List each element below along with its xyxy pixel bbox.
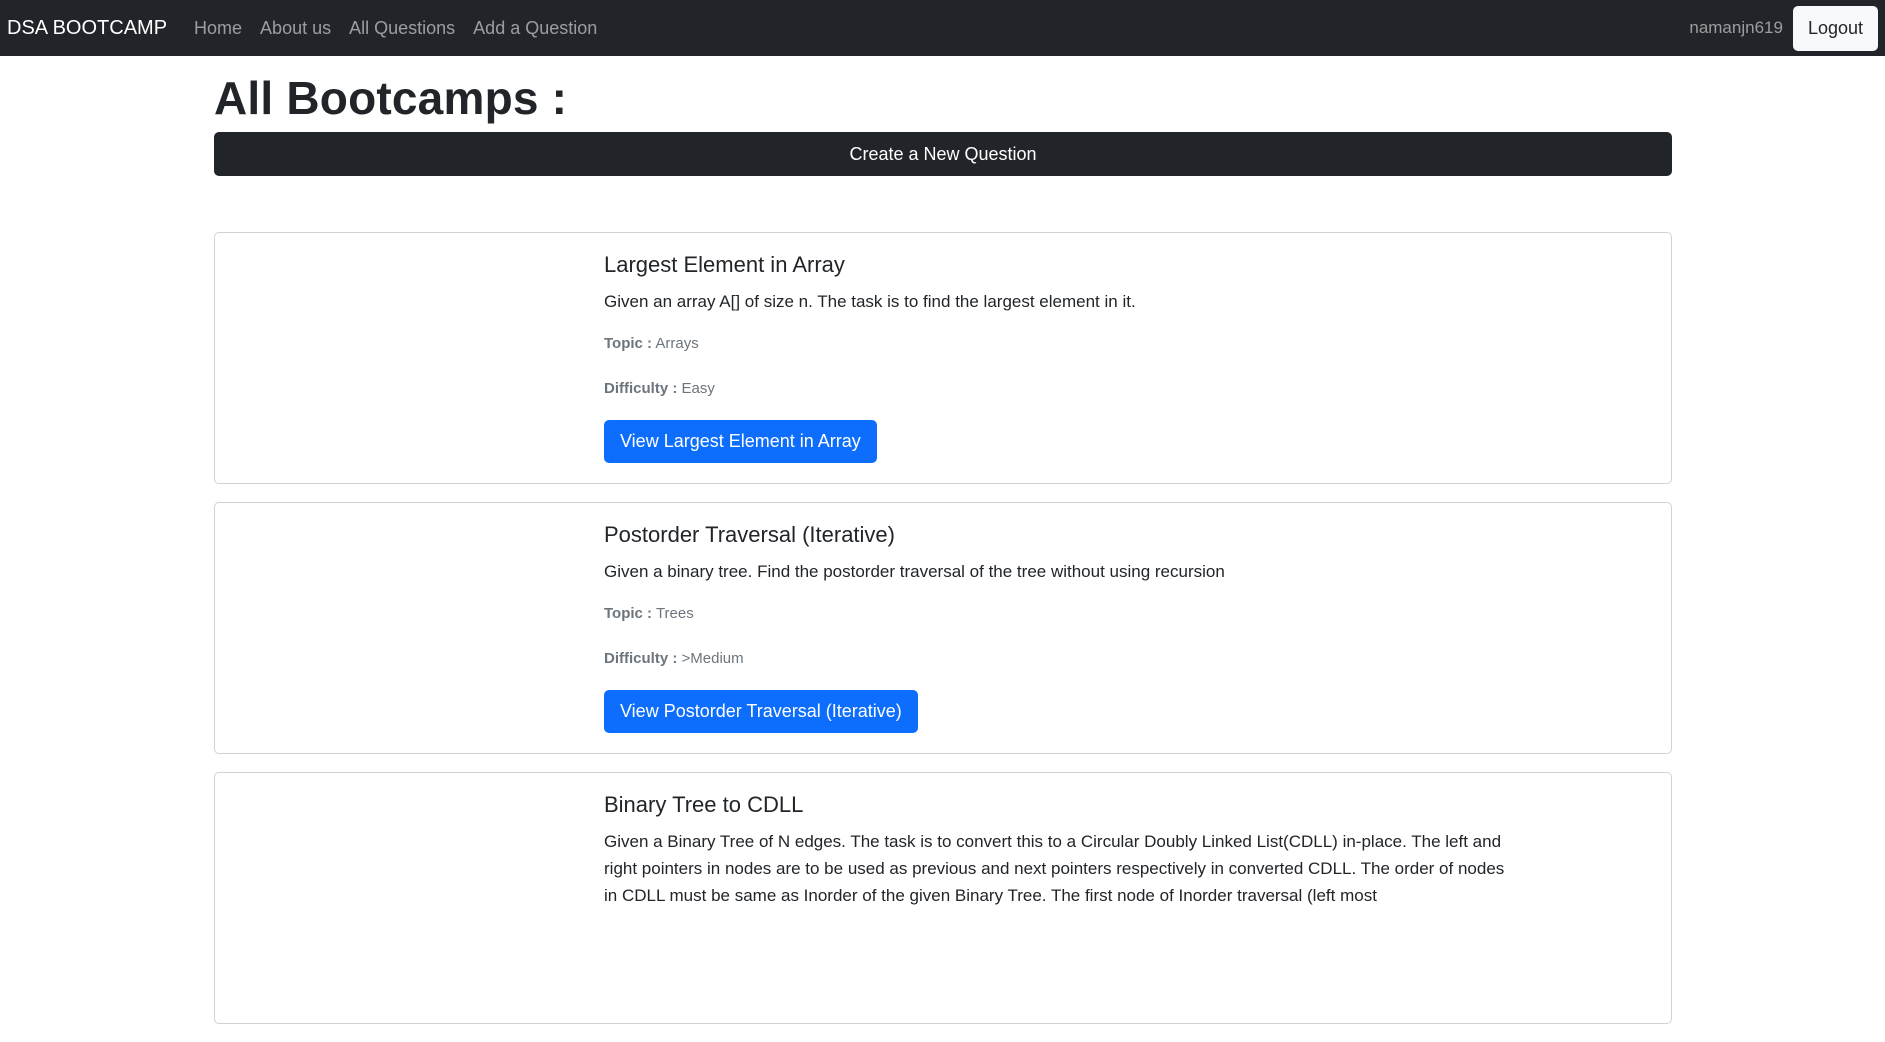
topic-label: Topic : — [604, 335, 653, 352]
card-body: Postorder Traversal (Iterative) Given a … — [604, 521, 1521, 733]
card-topic: Topic : Arrays — [604, 333, 1521, 355]
difficulty-label: Difficulty : — [604, 380, 678, 397]
top-navbar: DSA BOOTCAMP Home About us All Questions… — [0, 0, 1885, 56]
create-question-button[interactable]: Create a New Question — [214, 132, 1672, 176]
brand-logo[interactable]: DSA BOOTCAMP — [7, 17, 167, 40]
card-title: Postorder Traversal (Iterative) — [604, 522, 895, 547]
difficulty-label: Difficulty : — [604, 650, 678, 667]
card-difficulty: Difficulty : Easy — [604, 378, 1521, 400]
card-topic: Topic : Trees — [604, 603, 1521, 625]
card-description: Given an array A[] of size n. The task i… — [604, 292, 1136, 311]
card-description: Given a Binary Tree of N edges. The task… — [604, 832, 1505, 905]
page-title: All Bootcamps : — [214, 72, 568, 124]
card-body: Largest Element in Array Given an array … — [604, 251, 1521, 463]
nav-link-all-questions[interactable]: All Questions — [349, 18, 455, 39]
nav-link-add-question[interactable]: Add a Question — [473, 18, 597, 39]
topic-value: Trees — [655, 605, 694, 622]
question-card: Binary Tree to CDLL Given a Binary Tree … — [214, 772, 1672, 1024]
card-title: Binary Tree to CDLL — [604, 792, 804, 817]
card-description: Given a binary tree. Find the postorder … — [604, 562, 1225, 581]
difficulty-value: >Medium — [681, 650, 744, 667]
difficulty-value: Easy — [681, 380, 715, 397]
nav-links: Home About us All Questions Add a Questi… — [194, 18, 597, 39]
logout-button[interactable]: Logout — [1792, 5, 1878, 51]
main-container: All Bootcamps : Create a New Question La… — [214, 56, 1672, 1042]
topic-label: Topic : — [604, 605, 653, 622]
nav-link-home[interactable]: Home — [194, 18, 242, 39]
nav-link-about[interactable]: About us — [260, 18, 331, 39]
view-question-button[interactable]: View Largest Element in Array — [604, 420, 877, 463]
question-card: Postorder Traversal (Iterative) Given a … — [214, 502, 1672, 754]
question-card: Largest Element in Array Given an array … — [214, 232, 1672, 484]
card-difficulty: Difficulty : >Medium — [604, 648, 1521, 670]
topic-value: Arrays — [655, 335, 699, 352]
username-label: namanjn619 — [1689, 18, 1783, 37]
card-title: Largest Element in Array — [604, 252, 845, 277]
nav-user-area: namanjn619 Logout — [1689, 5, 1878, 51]
question-list: Largest Element in Array Given an array … — [214, 232, 1672, 1024]
view-question-button[interactable]: View Postorder Traversal (Iterative) — [604, 690, 918, 733]
